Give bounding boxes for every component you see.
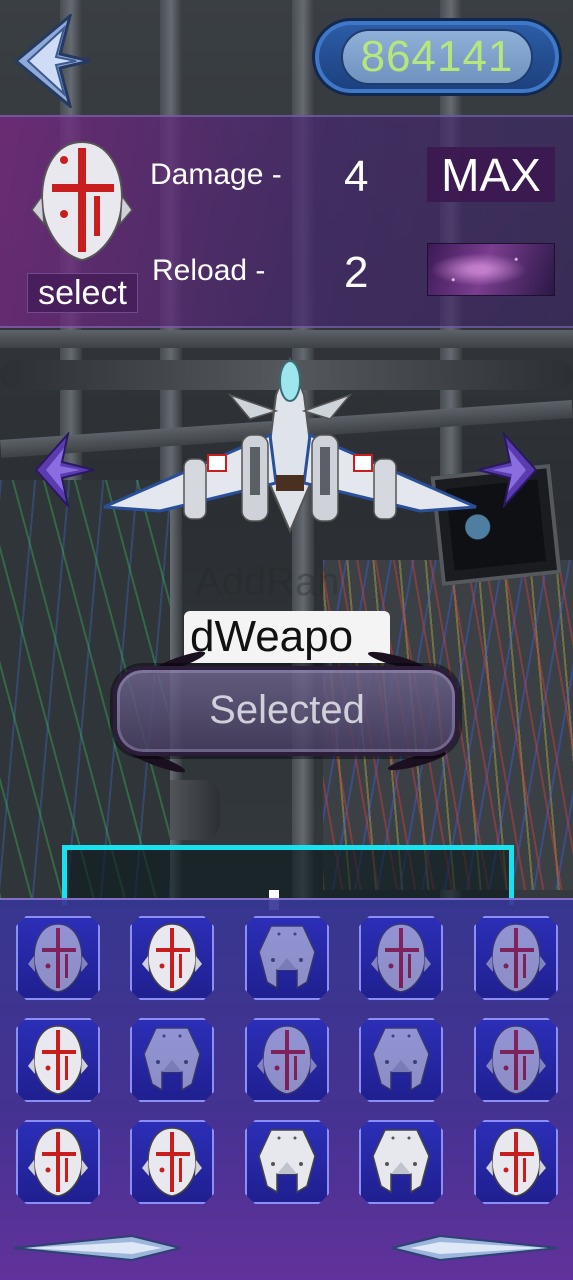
damage-label: Damage - xyxy=(150,158,282,191)
inventory-slot[interactable] xyxy=(130,1018,214,1102)
selected-button[interactable]: Selected xyxy=(107,648,467,776)
inventory-slot[interactable] xyxy=(359,1120,443,1204)
preview-frame xyxy=(62,845,514,910)
player-ship xyxy=(103,356,477,534)
inventory-slot[interactable] xyxy=(245,1018,329,1102)
inventory-slot[interactable] xyxy=(16,916,100,1000)
reload-upgrade-button[interactable] xyxy=(427,243,555,296)
score-display: 864141 xyxy=(312,18,562,96)
inventory-slot[interactable] xyxy=(16,1018,100,1102)
selected-button-label: Selected xyxy=(209,688,365,732)
inventory-slot[interactable] xyxy=(16,1120,100,1204)
previous-page-arrow-icon[interactable] xyxy=(12,1228,182,1268)
selected-weapon-icon xyxy=(31,140,133,262)
back-arrow-icon xyxy=(13,11,91,111)
back-button[interactable] xyxy=(13,11,92,111)
reload-value: 2 xyxy=(344,248,369,297)
damage-value: 4 xyxy=(344,152,369,201)
previous-ship-arrow-icon[interactable] xyxy=(34,432,96,508)
inventory-slot[interactable] xyxy=(245,916,329,1000)
damage-max-button[interactable]: MAX xyxy=(427,147,555,202)
select-weapon-button[interactable]: select xyxy=(27,273,138,313)
inventory-slot[interactable] xyxy=(359,1018,443,1102)
reload-label: Reload - xyxy=(152,254,266,287)
inventory-slot[interactable] xyxy=(359,916,443,1000)
select-button-label: select xyxy=(38,273,127,312)
inventory-slot[interactable] xyxy=(474,1120,558,1204)
max-label: MAX xyxy=(441,148,541,201)
background-faint-text: AddRan xyxy=(195,560,340,604)
inventory-slot[interactable] xyxy=(474,1018,558,1102)
inventory-slot[interactable] xyxy=(474,916,558,1000)
score-value: 864141 xyxy=(360,32,514,81)
inventory-slot[interactable] xyxy=(130,1120,214,1204)
inventory-slot[interactable] xyxy=(245,1120,329,1204)
next-ship-arrow-icon[interactable] xyxy=(476,432,538,508)
next-page-arrow-icon[interactable] xyxy=(390,1228,560,1268)
inventory-slot[interactable] xyxy=(130,916,214,1000)
